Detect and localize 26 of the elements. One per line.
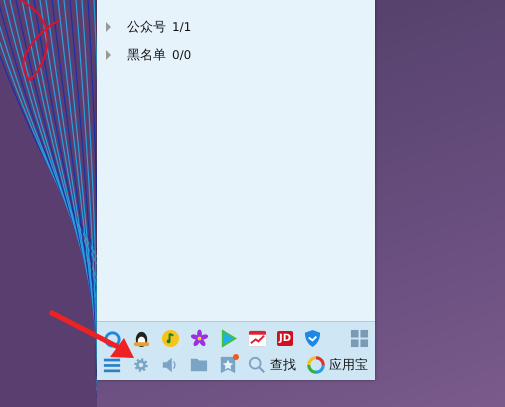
star-icon xyxy=(219,356,237,374)
search-button[interactable]: 查找 xyxy=(248,356,296,374)
menu-icon[interactable] xyxy=(103,356,121,374)
folder-icon[interactable] xyxy=(190,356,208,374)
group-name: 黑名单 xyxy=(127,47,166,64)
settings-icon[interactable] xyxy=(132,356,150,374)
expand-arrow-icon xyxy=(106,22,111,32)
shield-icon[interactable] xyxy=(303,329,322,348)
app-store-button[interactable]: 应用宝 xyxy=(307,356,368,374)
flower-icon[interactable] xyxy=(190,329,209,348)
favorites-button[interactable] xyxy=(219,356,237,374)
browser-icon[interactable] xyxy=(103,329,122,348)
contact-group[interactable]: 公众号 1/1 xyxy=(97,17,375,37)
group-count: 0/0 xyxy=(172,48,192,62)
music-note-icon[interactable] xyxy=(161,329,180,348)
group-name: 公众号 xyxy=(127,19,166,36)
contact-group[interactable]: 黑名单 0/0 xyxy=(97,45,375,65)
penguin-icon[interactable] xyxy=(132,329,151,348)
play-icon[interactable] xyxy=(219,329,238,348)
shop-logo[interactable]: JD xyxy=(277,331,294,346)
group-count: 1/1 xyxy=(172,20,192,34)
search-icon xyxy=(248,356,266,374)
app-store-icon xyxy=(307,356,325,374)
grid-icon[interactable] xyxy=(350,329,369,348)
expand-arrow-icon xyxy=(106,50,111,60)
stock-chart-icon[interactable] xyxy=(248,329,267,348)
